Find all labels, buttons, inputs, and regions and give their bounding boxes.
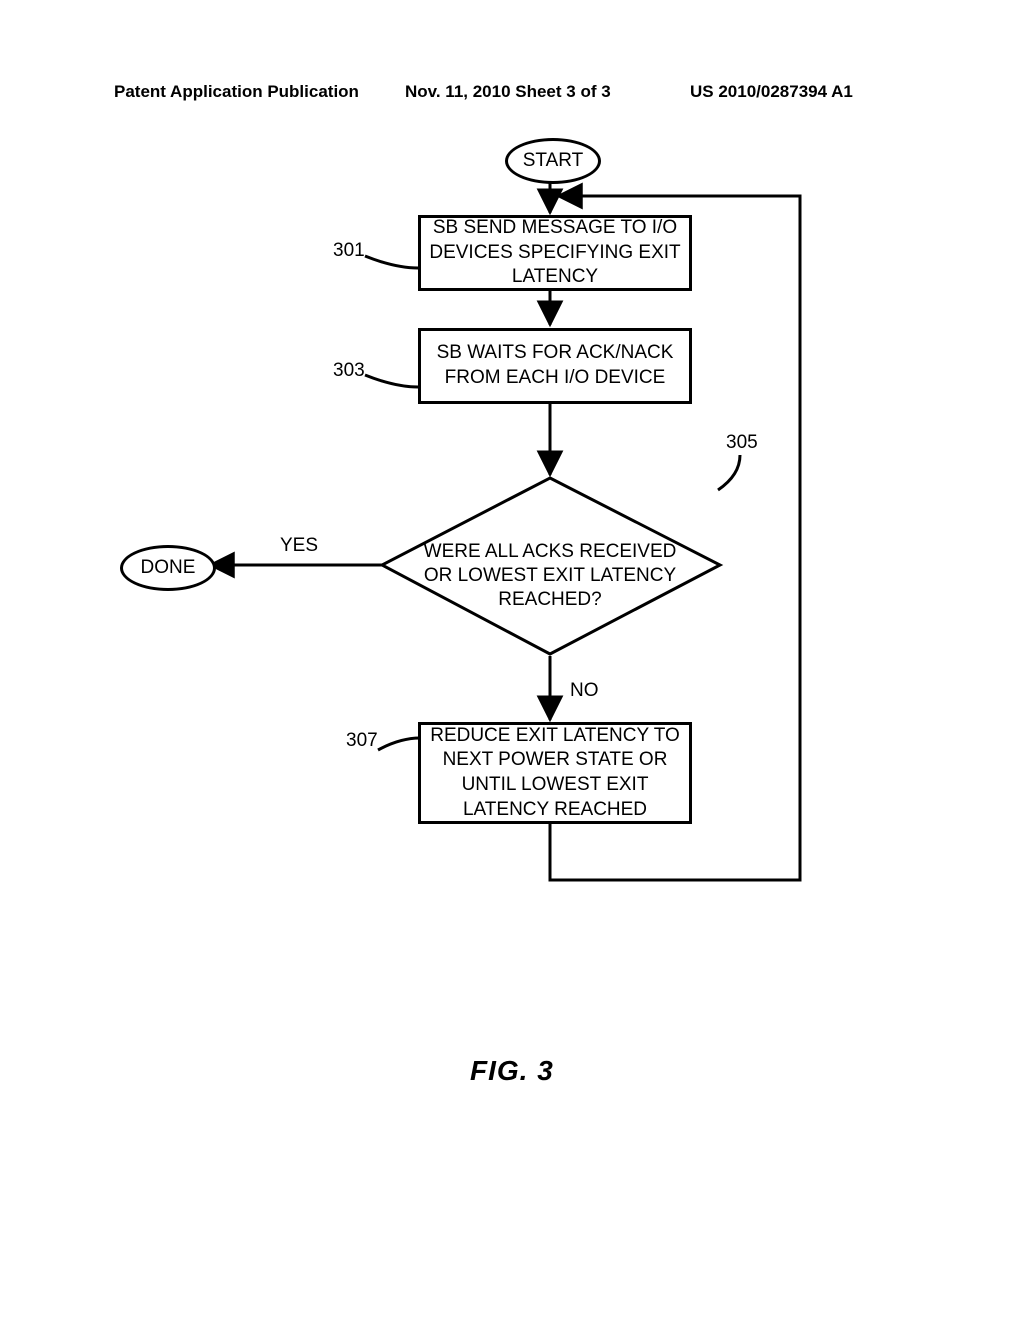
branch-no: NO [570,680,599,702]
figure-label: FIG. 3 [470,1055,554,1087]
ref-305: 305 [726,432,758,454]
ref-307: 307 [346,730,378,752]
process-303-text: SB WAITS FOR ACK/NACK FROM EACH I/O DEVI… [421,341,689,390]
decision-305-text: WERE ALL ACKS RECEIVED OR LOWEST EXIT LA… [420,540,680,611]
terminal-done: DONE [120,545,216,591]
process-307: REDUCE EXIT LATENCY TO NEXT POWER STATE … [418,722,692,824]
process-301: SB SEND MESSAGE TO I/O DEVICES SPECIFYIN… [418,215,692,291]
ref-303: 303 [333,360,365,382]
process-301-text: SB SEND MESSAGE TO I/O DEVICES SPECIFYIN… [421,216,689,290]
terminal-start: START [505,138,601,184]
process-303: SB WAITS FOR ACK/NACK FROM EACH I/O DEVI… [418,328,692,404]
terminal-done-label: DONE [141,557,196,579]
ref-301: 301 [333,240,365,262]
branch-yes: YES [280,535,318,557]
terminal-start-label: START [523,150,584,172]
flow-connectors [0,0,1024,1320]
process-307-text: REDUCE EXIT LATENCY TO NEXT POWER STATE … [421,724,689,823]
